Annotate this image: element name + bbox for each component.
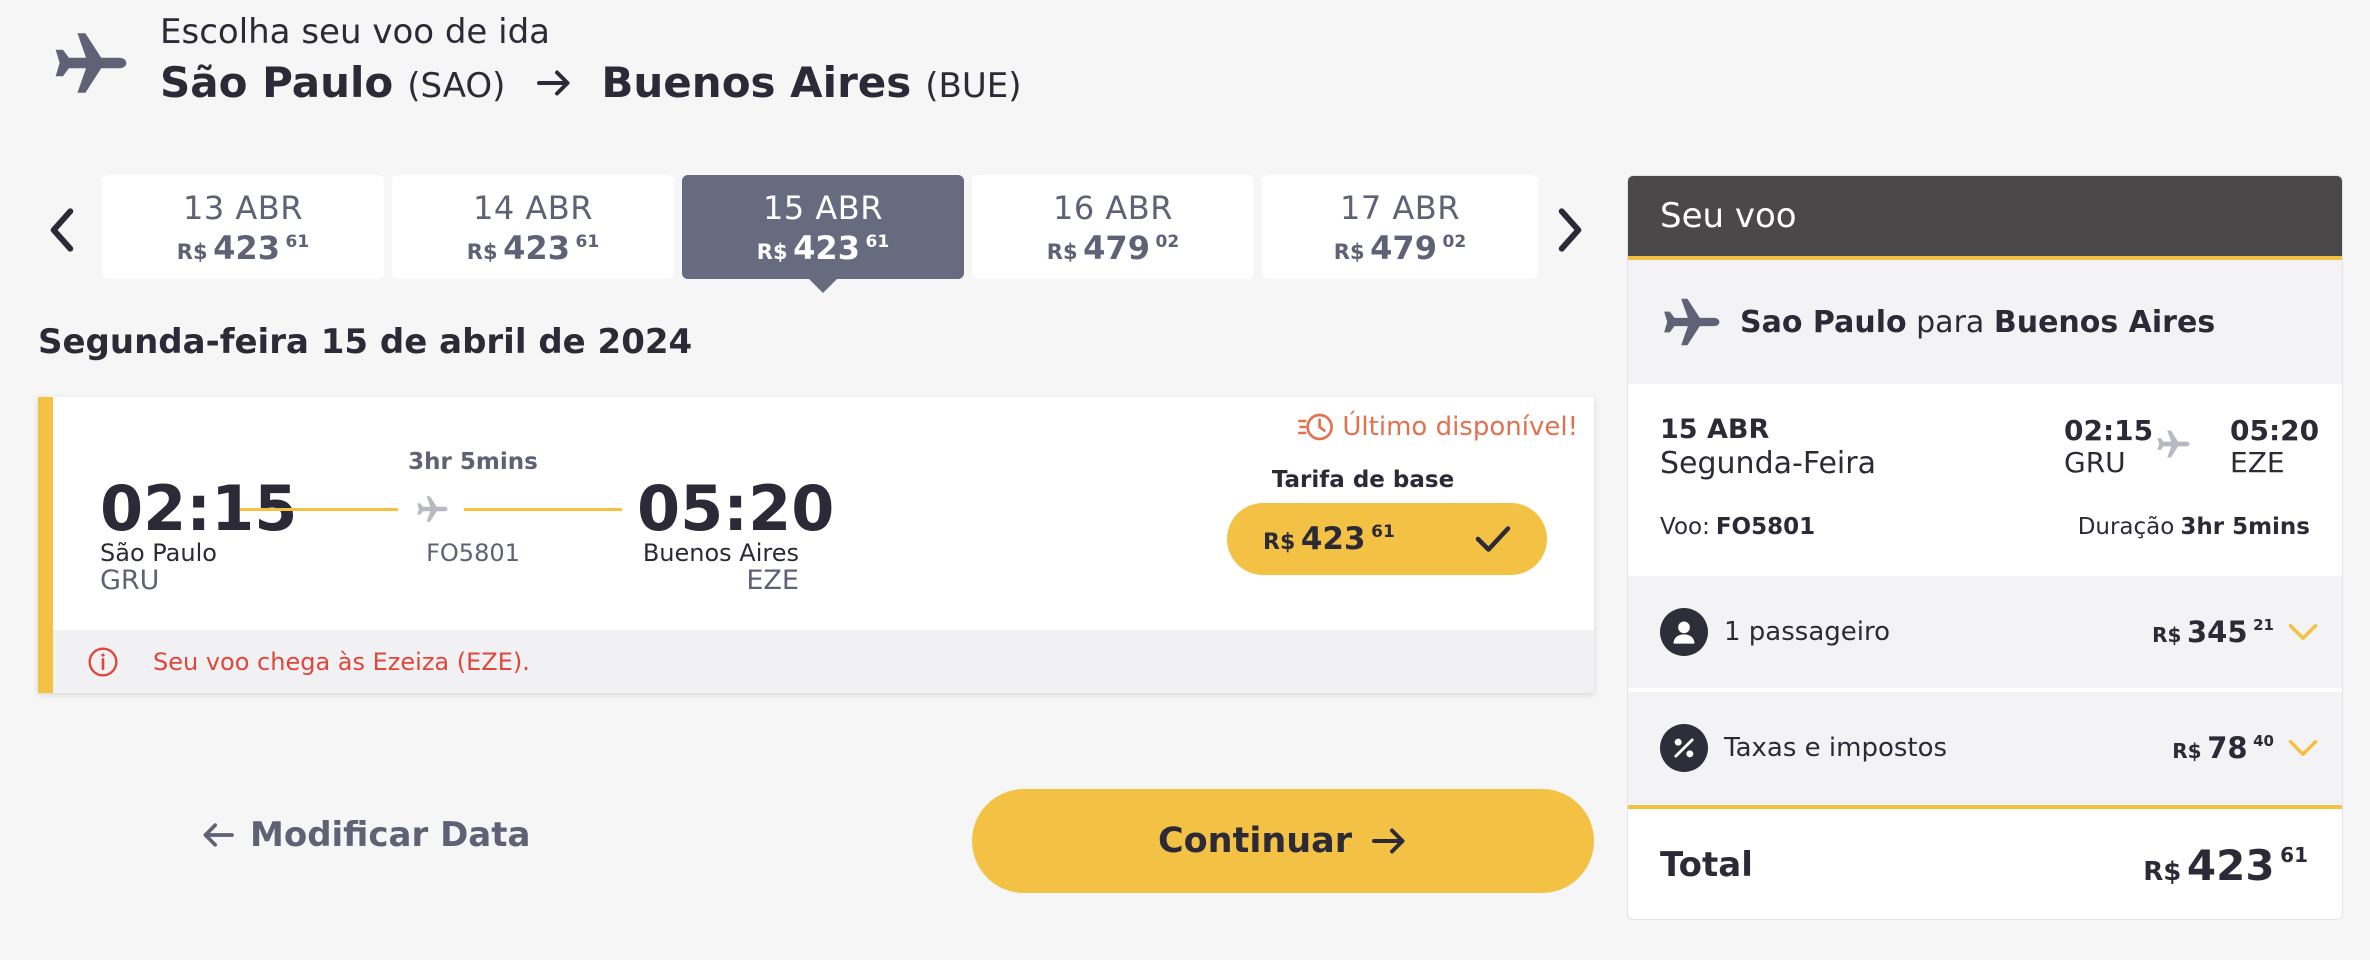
date-tab-date: 13 ABR	[183, 189, 303, 227]
percent-icon	[1660, 724, 1708, 772]
arrival-code: EZE	[746, 565, 799, 596]
passengers-amount: R$ 345 21	[2152, 615, 2274, 649]
origin-city: São Paulo	[160, 58, 394, 107]
origin-code: (SAO)	[407, 66, 506, 106]
modify-date-label: Modificar Data	[250, 815, 531, 855]
arrow-left-icon	[203, 823, 234, 847]
date-tab-price: R$ 479 02	[1333, 229, 1467, 267]
summary-flight-number: Voo: FO5801	[1660, 514, 1816, 540]
route-line	[464, 508, 622, 511]
base-fare-button[interactable]: R$ 423 61	[1227, 503, 1547, 575]
destination-code: (BUE)	[925, 66, 1022, 106]
clock-alert-icon	[1298, 413, 1334, 441]
date-tab-price: R$ 479 02	[1046, 229, 1180, 267]
date-tab-price: R$ 423 61	[756, 229, 890, 267]
summary-route: Sao Paulo para Buenos Aires	[1628, 260, 2342, 384]
plane-icon	[2157, 430, 2190, 458]
taxes-row[interactable]: Taxas e impostos R$ 78 40	[1628, 692, 2342, 804]
summary-departure-time: 02:15	[2064, 414, 2154, 447]
arrow-right-icon	[537, 70, 570, 95]
taxes-amount: R$ 78 40	[2172, 731, 2274, 765]
date-tab-16-abr[interactable]: 16 ABR R$ 479 02	[972, 175, 1254, 279]
destination-city: Buenos Aires	[601, 58, 912, 107]
modify-date-button[interactable]: Modificar Data	[200, 815, 530, 855]
availability-text: Último disponível!	[1342, 412, 1578, 442]
chevron-right-icon[interactable]	[1553, 205, 1587, 255]
continue-button[interactable]: Continuar	[972, 789, 1594, 893]
availability-warning: Último disponível!	[1298, 411, 1578, 443]
arrow-right-icon	[1372, 828, 1405, 854]
departure-code: GRU	[100, 565, 160, 596]
passengers-row[interactable]: 1 passageiro R$ 345 21	[1628, 576, 2342, 688]
chevron-down-icon	[2288, 624, 2318, 640]
total-amount: R$ 423 61	[2143, 840, 2308, 890]
arrival-time: 05:20	[637, 472, 835, 545]
flight-card[interactable]: Último disponível! 3hr 5mins 02:15 05:20…	[38, 397, 1594, 693]
summary-departure-code: GRU	[2064, 446, 2126, 479]
departure-city: São Paulo	[100, 539, 217, 567]
chevron-left-icon[interactable]	[45, 205, 79, 255]
info-icon	[88, 646, 118, 677]
flight-duration: 3hr 5mins	[408, 449, 538, 475]
summary-arrival-code: EZE	[2230, 446, 2285, 479]
fare-label: Tarifa de base	[1271, 467, 1455, 493]
checkmark-icon	[1475, 526, 1511, 552]
total-row: Total R$ 423 61	[1628, 805, 2342, 919]
fare-price: R$ 423 61	[1263, 521, 1395, 557]
flight-summary-panel: Seu voo Sao Paulo para Buenos Aires 15 A…	[1627, 175, 2343, 920]
route-line	[240, 508, 398, 511]
chevron-down-icon	[2288, 740, 2318, 756]
summary-duration: Duração 3hr 5mins	[2077, 514, 2310, 540]
user-icon	[1660, 608, 1708, 656]
summary-weekday: Segunda-Feira	[1660, 446, 1876, 481]
date-tab-date: 17 ABR	[1340, 189, 1460, 227]
date-tab-13-abr[interactable]: 13 ABR R$ 423 61	[102, 175, 384, 279]
selected-day-title: Segunda-feira 15 de abril de 2024	[38, 322, 693, 362]
plane-icon	[55, 33, 127, 93]
summary-title: Seu voo	[1660, 196, 1797, 236]
total-label: Total	[1660, 845, 1753, 885]
plane-icon	[417, 496, 448, 522]
passengers-label: 1 passageiro	[1724, 617, 1891, 647]
page-subtitle: Escolha seu voo de ida	[160, 12, 551, 52]
arrival-city: Buenos Aires	[642, 539, 799, 567]
arrival-airport-note: Seu voo chega às Ezeiza (EZE).	[53, 630, 1594, 693]
date-tab-14-abr[interactable]: 14 ABR R$ 423 61	[392, 175, 674, 279]
date-tab-17-abr[interactable]: 17 ABR R$ 479 02	[1262, 175, 1538, 279]
summary-arrival-time: 05:20	[2230, 414, 2320, 447]
summary-header: Seu voo	[1628, 176, 2342, 260]
date-tab-date: 16 ABR	[1053, 189, 1173, 227]
taxes-label: Taxas e impostos	[1724, 733, 1948, 763]
summary-date: 15 ABR	[1660, 414, 1770, 445]
date-tab-price: R$ 423 61	[466, 229, 600, 267]
route-title: São Paulo (SAO) Buenos Aires (BUE)	[160, 58, 1022, 107]
continue-label: Continuar	[1157, 821, 1353, 861]
date-tab-15-abr[interactable]: 15 ABR R$ 423 61	[682, 175, 964, 293]
date-tab-price: R$ 423 61	[176, 229, 310, 267]
date-tab-date: 15 ABR	[763, 189, 883, 227]
note-text: Seu voo chega às Ezeiza (EZE).	[153, 647, 530, 676]
date-tab-date: 14 ABR	[473, 189, 593, 227]
summary-route-text: Sao Paulo para Buenos Aires	[1740, 304, 2216, 340]
flight-number: FO5801	[426, 539, 520, 567]
plane-icon	[1664, 298, 1720, 346]
